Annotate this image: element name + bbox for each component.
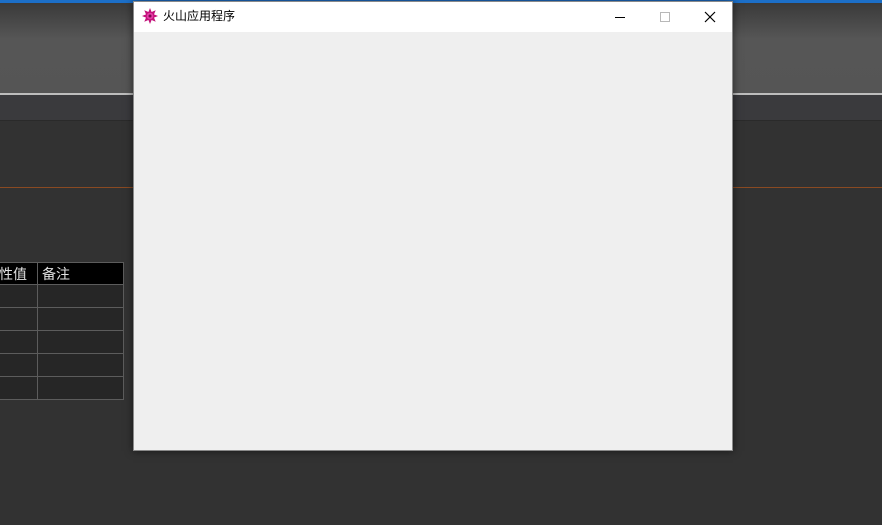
window-title: 火山应用程序 (163, 9, 236, 23)
table-row[interactable] (0, 307, 124, 331)
property-table-header: 性值 备注 (0, 262, 124, 285)
volcano-app-icon (142, 8, 158, 24)
table-cell[interactable] (0, 307, 38, 331)
header-note: 备注 (37, 262, 124, 285)
table-cell[interactable] (0, 353, 38, 377)
table-row[interactable] (0, 353, 124, 377)
header-property-value: 性值 (0, 262, 38, 285)
table-row[interactable] (0, 284, 124, 308)
table-row[interactable] (0, 376, 124, 400)
minimize-icon (615, 17, 625, 18)
table-cell[interactable] (0, 330, 38, 354)
table-row[interactable] (0, 330, 124, 354)
close-button[interactable] (687, 2, 733, 32)
close-icon (704, 11, 716, 23)
app-titlebar[interactable]: 火山应用程序 (134, 2, 732, 32)
maximize-button[interactable] (642, 2, 688, 32)
table-cell[interactable] (37, 376, 124, 400)
table-cell[interactable] (37, 353, 124, 377)
table-cell[interactable] (37, 284, 124, 308)
table-cell[interactable] (37, 307, 124, 331)
app-window[interactable]: 火山应用程序 (133, 1, 733, 451)
app-client-area[interactable] (134, 32, 732, 450)
table-cell[interactable] (0, 284, 38, 308)
property-table: 性值 备注 (0, 262, 124, 400)
table-cell[interactable] (37, 330, 124, 354)
maximize-icon (660, 12, 670, 22)
table-cell[interactable] (0, 376, 38, 400)
minimize-button[interactable] (597, 2, 643, 32)
